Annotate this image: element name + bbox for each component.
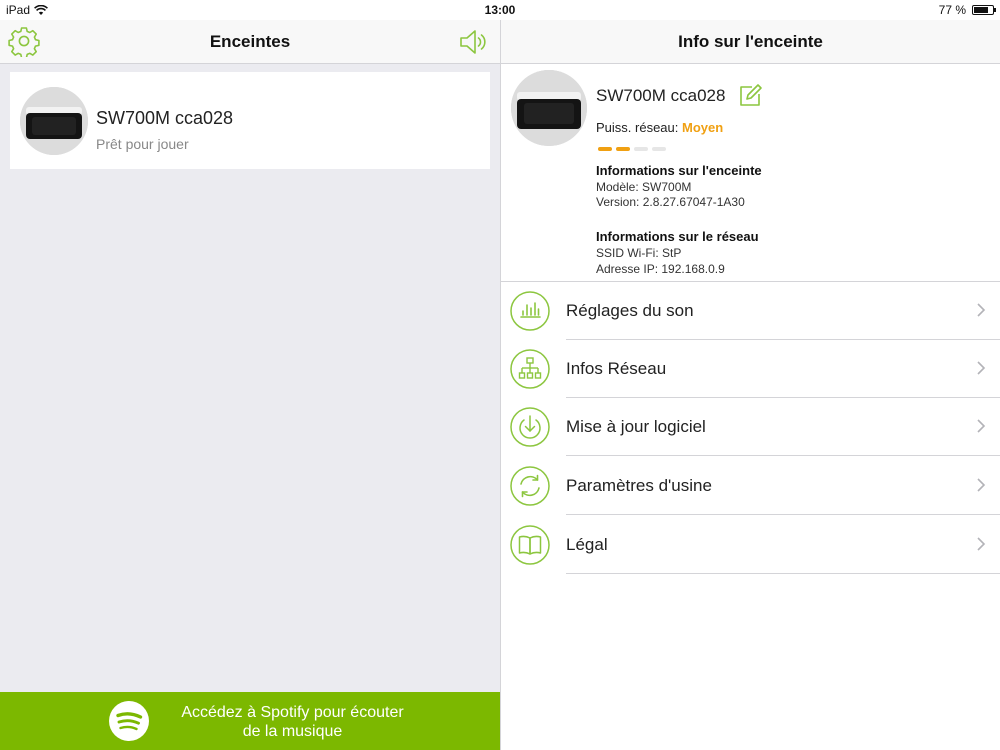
status-time: 13:00 <box>484 3 516 17</box>
network-info-heading: Informations sur le réseau <box>596 229 759 244</box>
signal-dot <box>598 147 612 151</box>
battery-percent: 77 % <box>938 3 966 17</box>
speaker-info-heading: Informations sur l'enceinte <box>596 163 762 178</box>
download-icon <box>510 407 550 447</box>
battery-icon <box>972 5 996 15</box>
equalizer-icon <box>510 291 550 331</box>
spotify-banner-text: Accédez à Spotify pour écouter de la mus… <box>160 703 425 741</box>
chevron-right-icon <box>977 478 986 492</box>
menu-label: Mise à jour logiciel <box>566 417 706 436</box>
book-icon <box>510 525 550 565</box>
speaker-version: Version: 2.8.27.67047-1A30 <box>596 195 745 209</box>
signal-dot <box>652 147 666 151</box>
signal-dot <box>616 147 630 151</box>
speaker-model: Modèle: SW700M <box>596 180 692 194</box>
menu-item-factory-reset[interactable]: Paramètres d'usine <box>501 457 1000 515</box>
ip-address: Adresse IP: 192.168.0.9 <box>596 262 725 276</box>
menu-label: Légal <box>566 535 608 554</box>
volume-button[interactable] <box>458 27 488 57</box>
speakers-panel: Enceintes SW700M cca028 Prêt pour jouer <box>0 20 500 750</box>
speakers-title: Enceintes <box>209 32 291 51</box>
rename-button[interactable] <box>738 82 764 108</box>
network-icon <box>510 349 550 389</box>
speaker-info-panel: Info sur l'enceinte SW700M cca028 Puiss.… <box>501 20 1000 750</box>
menu-item-software-update[interactable]: Mise à jour logiciel <box>501 398 1000 456</box>
chevron-right-icon <box>977 303 986 317</box>
reset-icon <box>510 466 550 506</box>
signal-strength: Puiss. réseau: Moyen <box>596 120 723 135</box>
signal-dot <box>634 147 648 151</box>
edit-icon <box>740 84 762 106</box>
speaker-image <box>511 70 587 146</box>
menu-label: Paramètres d'usine <box>566 476 712 495</box>
status-bar: iPad 13:00 77 % <box>0 0 1000 20</box>
speaker-thumbnail <box>20 87 88 155</box>
spotify-banner[interactable]: Accédez à Spotify pour écouter de la mus… <box>0 692 500 750</box>
speaker-list-item[interactable]: SW700M cca028 Prêt pour jouer <box>10 72 490 169</box>
menu-item-sound-settings[interactable]: Réglages du son <box>501 282 1000 340</box>
spotify-icon <box>109 701 149 741</box>
chevron-right-icon <box>977 537 986 551</box>
signal-strength-value: Moyen <box>682 120 724 135</box>
spotify-banner-line1: Accédez à Spotify pour écouter <box>181 704 404 721</box>
menu-item-network-info[interactable]: Infos Réseau <box>501 340 1000 398</box>
speaker-info-title: Info sur l'enceinte <box>678 32 823 51</box>
wifi-ssid: SSID Wi-Fi: StP <box>596 246 682 260</box>
menu-separator <box>566 573 1000 574</box>
speaker-info-navbar: Info sur l'enceinte <box>501 20 1000 64</box>
speaker-status: Prêt pour jouer <box>96 136 189 152</box>
speaker-icon <box>460 30 486 54</box>
menu-item-legal[interactable]: Légal <box>501 516 1000 574</box>
menu-label: Réglages du son <box>566 301 694 320</box>
chevron-right-icon <box>977 361 986 375</box>
spotify-banner-line2: de la musique <box>242 723 343 740</box>
menu-separator <box>566 455 1000 456</box>
menu-label: Infos Réseau <box>566 359 667 378</box>
signal-strength-label: Puiss. réseau: <box>596 120 679 135</box>
signal-strength-indicator <box>598 147 666 151</box>
menu-separator <box>566 514 1000 515</box>
speakers-navbar: Enceintes <box>0 20 500 64</box>
speaker-name: SW700M cca028 <box>96 108 234 128</box>
chevron-right-icon <box>977 419 986 433</box>
speaker-info-name: SW700M cca028 <box>596 86 726 105</box>
